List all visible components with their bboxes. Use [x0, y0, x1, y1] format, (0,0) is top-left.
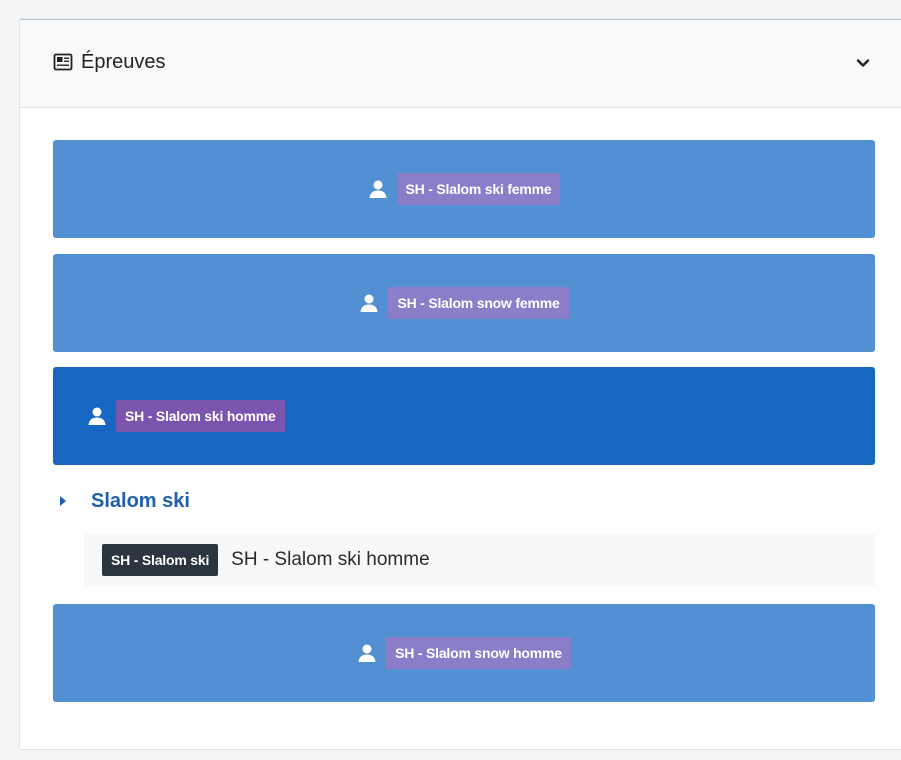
events-panel: Épreuves SH - Slalom ski femme SH - Slal…	[19, 18, 901, 750]
panel-title: Épreuves	[81, 51, 166, 73]
user-icon	[369, 180, 387, 198]
event-card-slalom-ski-homme[interactable]: SH - Slalom ski homme	[53, 367, 875, 465]
user-icon	[88, 407, 106, 425]
sub-event-label: SH - Slalom ski homme	[231, 549, 430, 570]
newspaper-icon	[53, 53, 73, 71]
group-toggle-slalom-ski[interactable]: Slalom ski	[53, 485, 190, 517]
sub-event-badge: SH - Slalom ski	[102, 544, 219, 576]
caret-right-icon	[60, 496, 66, 506]
group-label: Slalom ski	[91, 489, 190, 512]
sub-event-row[interactable]: SH - Slalom ski SH - Slalom ski homme	[84, 534, 875, 586]
event-card-slalom-snow-femme[interactable]: SH - Slalom snow femme	[53, 254, 875, 352]
event-card-slalom-ski-femme[interactable]: SH - Slalom ski femme	[53, 140, 875, 238]
event-badge: SH - Slalom snow femme	[388, 287, 569, 319]
event-badge: SH - Slalom ski homme	[116, 400, 285, 432]
event-card-slalom-snow-homme[interactable]: SH - Slalom snow homme	[53, 604, 875, 702]
event-badge: SH - Slalom ski femme	[396, 173, 561, 205]
event-badge: SH - Slalom snow homme	[386, 637, 571, 669]
panel-header[interactable]: Épreuves	[20, 20, 901, 108]
chevron-down-icon[interactable]	[853, 53, 873, 73]
user-icon	[358, 644, 376, 662]
user-icon	[360, 294, 378, 312]
